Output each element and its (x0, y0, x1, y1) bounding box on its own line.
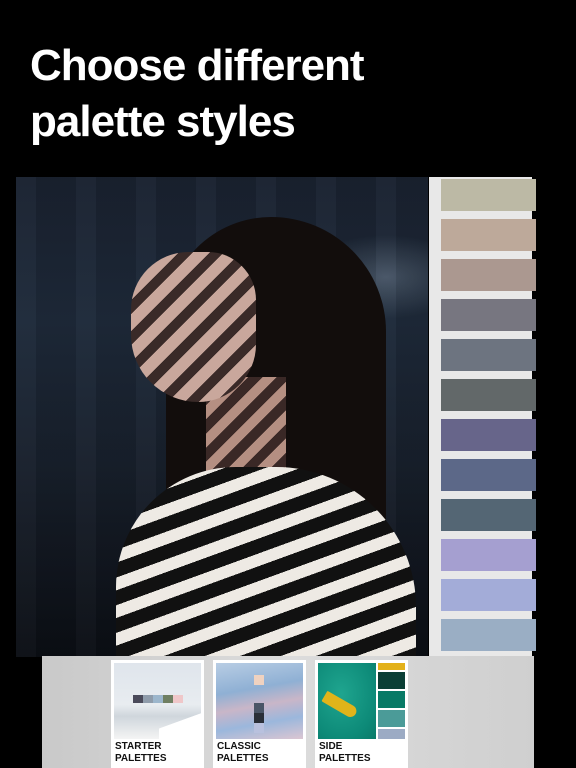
stadium-shape (159, 711, 201, 739)
palette-swatch-7[interactable] (441, 419, 536, 451)
side-chip (378, 691, 405, 708)
starter-thumbnail (114, 663, 201, 739)
starter-chip (173, 695, 183, 703)
style-card-label: Side Palettes (318, 741, 405, 765)
sea-photo (318, 663, 376, 739)
side-chip (378, 672, 405, 689)
side-palette-chips (378, 663, 405, 739)
palette-swatch-11[interactable] (441, 579, 536, 611)
headline-line-1: Choose different (30, 41, 365, 90)
palette-swatch-8[interactable] (441, 459, 536, 491)
classic-chip (254, 703, 264, 713)
style-card-starter[interactable]: Starter Palettes (111, 660, 204, 768)
palette-style-tray: Starter Palettes Classic Palettes Side P… (42, 656, 534, 768)
palette-swatch-12[interactable] (441, 619, 536, 651)
classic-palette-chips (254, 675, 264, 733)
palette-swatch-5[interactable] (441, 339, 536, 371)
classic-chip (254, 713, 264, 723)
palette-swatch-9[interactable] (441, 499, 536, 531)
palette-swatch-2[interactable] (441, 219, 536, 251)
label-line-1: Side (319, 741, 343, 752)
palette-swatch-4[interactable] (441, 299, 536, 331)
label-line-2: Palettes (319, 753, 371, 764)
style-card-label: Classic Palettes (216, 741, 303, 765)
label-line-2: Palettes (115, 753, 167, 764)
classic-chip (254, 723, 264, 733)
starter-palette-chips (133, 695, 183, 703)
palette-swatch-6[interactable] (441, 379, 536, 411)
page-headline: Choose different palette styles (30, 38, 365, 150)
starter-chip (163, 695, 173, 703)
style-card-classic[interactable]: Classic Palettes (213, 660, 306, 768)
boat-shape (321, 690, 359, 720)
photo-face (131, 252, 256, 402)
palette-strip (429, 177, 536, 657)
portrait-photo (16, 177, 428, 657)
starter-chip (153, 695, 163, 703)
label-line-2: Palettes (217, 753, 269, 764)
side-chip (378, 729, 405, 739)
palette-swatch-10[interactable] (441, 539, 536, 571)
headline-line-2: palette styles (30, 97, 296, 146)
palette-swatch-1[interactable] (441, 179, 536, 211)
classic-chip (254, 675, 264, 685)
side-chip (378, 710, 405, 727)
starter-chip (143, 695, 153, 703)
palette-swatch-3[interactable] (441, 259, 536, 291)
starter-chip (133, 695, 143, 703)
side-chip (378, 663, 405, 670)
classic-thumbnail (216, 663, 303, 739)
label-line-1: Starter (115, 741, 162, 752)
side-thumbnail (318, 663, 405, 739)
style-card-side[interactable]: Side Palettes (315, 660, 408, 768)
label-line-1: Classic (217, 741, 261, 752)
style-card-label: Starter Palettes (114, 741, 201, 765)
